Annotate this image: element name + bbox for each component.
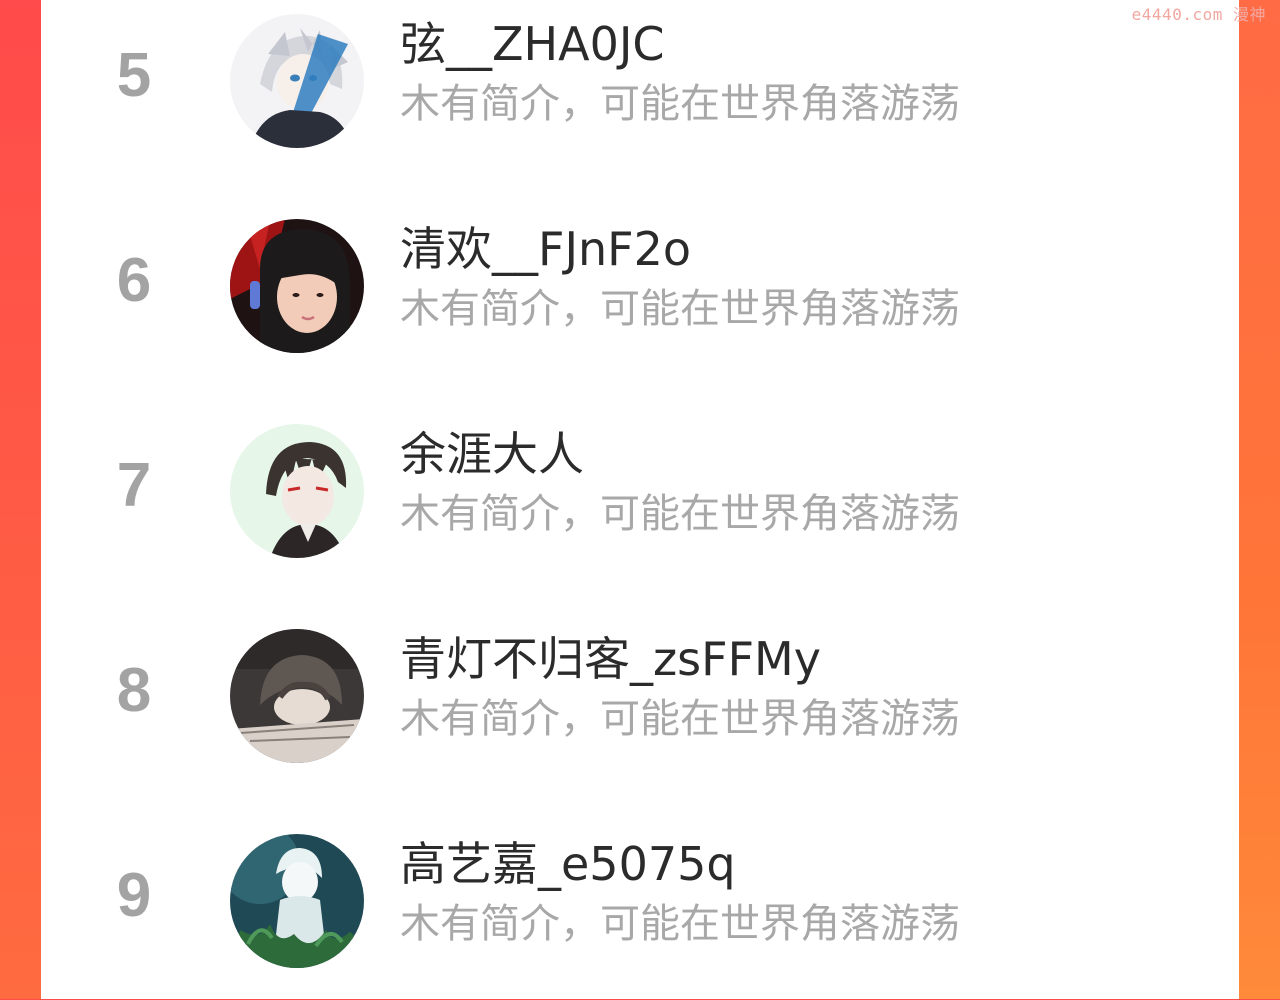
user-name[interactable]: 余涯大人 (400, 424, 584, 484)
list-item[interactable]: 9 高艺嘉_e5075q 木有简介，可能在世界角落游荡 (41, 820, 1239, 1000)
rank-number: 7 (116, 451, 152, 520)
list-item[interactable]: 7 余涯大人 木有简介，可能在世界角落游荡 (41, 410, 1239, 590)
anime-girl-in-plants-avatar-icon (230, 834, 364, 968)
left-background-strip (0, 0, 41, 999)
rank-number: 5 (116, 41, 152, 110)
list-item[interactable]: 5 弦__ZHA0JC 木有简介，可能在世界角落游荡 (41, 0, 1239, 180)
user-bio: 木有简介，可能在世界角落游荡 (400, 696, 960, 742)
rank-number: 6 (116, 246, 152, 315)
user-avatar[interactable] (230, 629, 364, 763)
watermark: e4440.com 漫神 (1131, 5, 1266, 24)
user-name[interactable]: 弦__ZHA0JC (400, 14, 665, 74)
user-name[interactable]: 青灯不归客_zsFFMy (400, 629, 821, 689)
user-bio: 木有简介，可能在世界角落游荡 (400, 286, 960, 332)
anime-boy-red-eyes-avatar-icon (230, 424, 364, 558)
list-item[interactable]: 6 清欢__FJnF2o 木有简介，可能在世界角落游荡 (41, 205, 1239, 385)
rank-number: 9 (116, 861, 152, 930)
anime-sleeping-boy-avatar-icon (230, 629, 364, 763)
user-avatar[interactable] (230, 219, 364, 353)
user-bio: 木有简介，可能在世界角落游荡 (400, 81, 960, 127)
right-background-strip (1239, 0, 1280, 999)
ranking-list-card: 5 弦__ZHA0JC 木有简介，可能在世界角落游荡 6 清欢__FJnF2o … (41, 0, 1239, 999)
user-name[interactable]: 清欢__FJnF2o (400, 219, 691, 279)
user-bio: 木有简介，可能在世界角落游荡 (400, 491, 960, 537)
user-name[interactable]: 高艺嘉_e5075q (400, 834, 736, 894)
user-avatar[interactable] (230, 14, 364, 148)
user-bio: 木有简介，可能在世界角落游荡 (400, 901, 960, 947)
anime-boy-white-hair-avatar-icon (230, 14, 364, 148)
rank-number: 8 (116, 656, 152, 725)
user-avatar[interactable] (230, 834, 364, 968)
girl-photo-avatar-icon (230, 219, 364, 353)
list-item[interactable]: 8 青灯不归客_zsFFMy 木有简介，可能在世界角落游荡 (41, 615, 1239, 795)
user-avatar[interactable] (230, 424, 364, 558)
